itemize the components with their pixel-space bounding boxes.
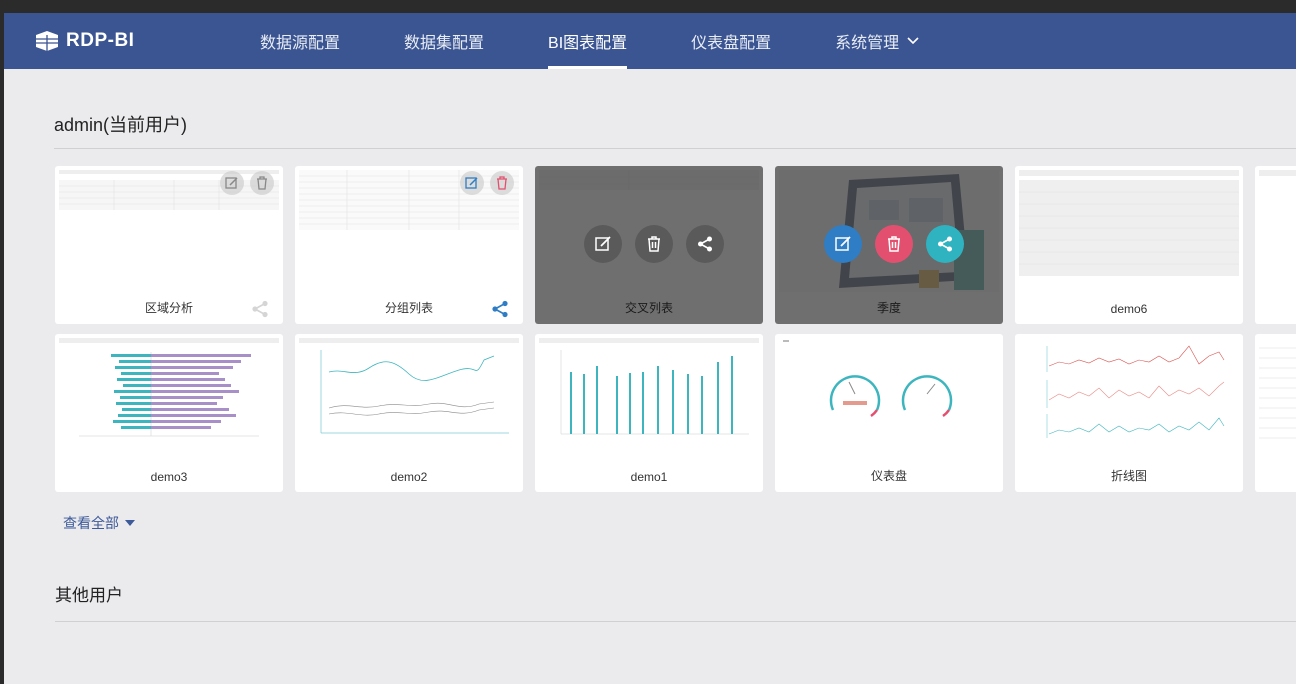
chevron-down-icon	[907, 37, 919, 45]
view-all-link[interactable]: 查看全部	[63, 513, 135, 533]
chart-card-group-list[interactable]: 分组列表	[295, 166, 523, 324]
trash-icon	[257, 176, 267, 190]
section-divider	[55, 621, 1296, 622]
share-icon	[698, 236, 712, 252]
card-label: 季度	[876, 301, 901, 315]
edit-button[interactable]	[584, 225, 622, 263]
chart-card-quarter[interactable]: 季度	[775, 166, 1003, 324]
edit-button[interactable]	[220, 171, 244, 195]
card-label: 区域分析	[144, 301, 193, 315]
card-label: 分组列表	[384, 301, 433, 315]
caret-down-icon	[125, 520, 135, 526]
nav-item-bi-chart[interactable]: BI图表配置	[548, 13, 628, 69]
gauge-chart-thumbnail	[783, 340, 953, 418]
chart-card-partial[interactable]	[1255, 334, 1296, 492]
section-divider	[54, 148, 1296, 149]
delete-button[interactable]	[490, 171, 514, 195]
card-label: demo6	[1110, 302, 1148, 316]
delete-button[interactable]	[250, 171, 274, 195]
chart-card-demo1[interactable]: demo1	[535, 334, 763, 492]
edit-icon	[465, 177, 478, 189]
card-label: 交叉列表	[624, 301, 673, 315]
trash-icon	[648, 236, 660, 252]
hover-overlay: 季度	[775, 166, 1003, 324]
hover-overlay: 交叉列表	[535, 166, 763, 324]
app-window: RDP-BI 数据源配置 数据集配置 BI图表配置 仪表盘配置 系统管理 adm…	[4, 13, 1296, 684]
line-chart-thumbnail	[1046, 345, 1225, 438]
nav-item-datasource[interactable]: 数据源配置	[260, 13, 340, 69]
delete-button[interactable]	[875, 225, 913, 263]
table-thumbnail	[299, 170, 519, 230]
share-icon[interactable]	[251, 300, 269, 318]
nav-item-dashboard[interactable]: 仪表盘配置	[691, 13, 771, 69]
view-all-label: 查看全部	[63, 515, 119, 531]
trash-icon	[888, 236, 900, 252]
edit-icon	[835, 236, 851, 251]
table-thumbnail	[1019, 170, 1239, 276]
main-nav: 数据源配置 数据集配置 BI图表配置 仪表盘配置 系统管理	[260, 13, 983, 69]
share-icon[interactable]	[491, 300, 509, 318]
nav-item-dataset[interactable]: 数据集配置	[404, 13, 484, 69]
bar-chart-thumbnail	[539, 338, 759, 435]
nav-label: 仪表盘配置	[691, 35, 772, 52]
chart-card-demo6[interactable]: demo6	[1015, 166, 1243, 324]
card-label: demo1	[630, 470, 668, 484]
chart-card-gauge[interactable]: 仪表盘	[775, 334, 1003, 492]
trash-icon	[497, 176, 507, 190]
edit-button[interactable]	[460, 171, 484, 195]
other-users-heading: 其他用户	[55, 586, 123, 605]
line-chart-thumbnail	[299, 338, 519, 434]
chart-card-region-analysis[interactable]: 区域分析	[55, 166, 283, 324]
chart-card-cross-list[interactable]: 交叉列表	[535, 166, 763, 324]
share-button[interactable]	[926, 225, 964, 263]
logo-cube-icon	[36, 31, 58, 51]
edit-button[interactable]	[824, 225, 862, 263]
card-label: 折线图	[1110, 469, 1147, 483]
chart-card-partial[interactable]	[1255, 166, 1296, 324]
nav-item-system[interactable]: 系统管理	[835, 13, 919, 69]
top-navigation-bar: RDP-BI 数据源配置 数据集配置 BI图表配置 仪表盘配置 系统管理	[4, 13, 1296, 69]
edit-icon	[225, 177, 238, 189]
share-button[interactable]	[686, 225, 724, 263]
current-user-heading: admin(当前用户)	[54, 115, 188, 135]
card-label: 仪表盘	[870, 469, 907, 483]
chart-card-demo3[interactable]: demo3	[55, 334, 283, 492]
table-thumbnail	[1259, 347, 1296, 439]
chart-card-line[interactable]: 折线图	[1015, 334, 1243, 492]
logo[interactable]: RDP-BI	[34, 30, 234, 52]
card-label: demo2	[390, 470, 428, 484]
card-label: demo3	[150, 470, 188, 484]
brand-name: RDP-BI	[66, 30, 135, 51]
nav-label: 数据集配置	[404, 35, 485, 52]
edit-icon	[595, 236, 611, 251]
nav-label: 系统管理	[835, 35, 900, 52]
nav-label: 数据源配置	[260, 35, 341, 52]
share-icon	[938, 236, 952, 252]
table-thumbnail	[1259, 170, 1296, 176]
bar-chart-thumbnail	[59, 338, 279, 437]
delete-button[interactable]	[635, 225, 673, 263]
table-thumbnail	[59, 170, 279, 210]
chart-card-demo2[interactable]: demo2	[295, 334, 523, 492]
nav-label: BI图表配置	[548, 35, 628, 52]
